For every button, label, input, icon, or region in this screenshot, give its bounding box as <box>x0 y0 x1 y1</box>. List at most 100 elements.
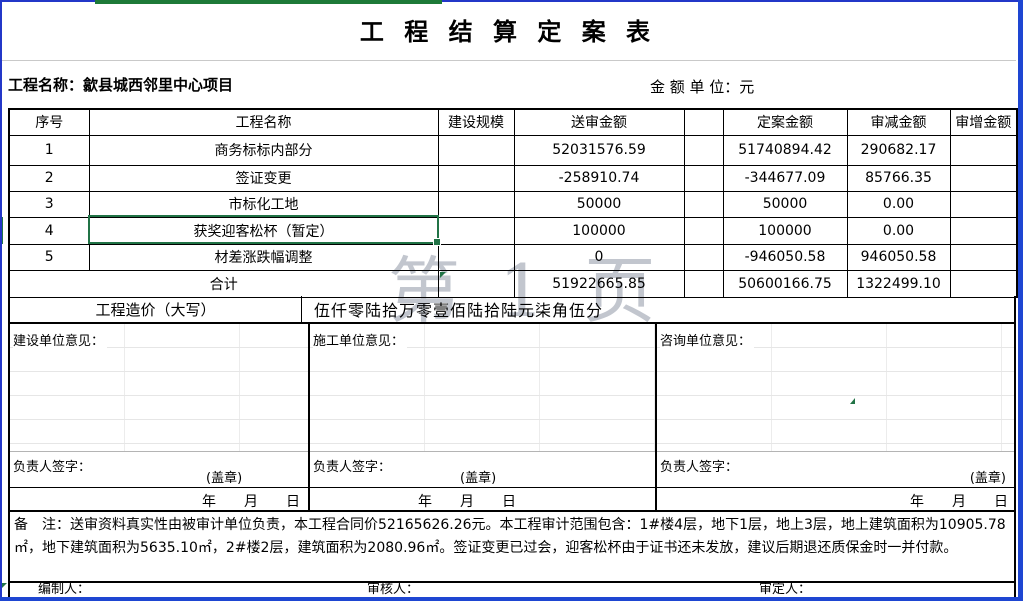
cell-reduced[interactable]: 0.00 <box>847 191 950 217</box>
cell-submitted[interactable]: 0 <box>514 244 684 270</box>
cell-reduced[interactable]: 946050.58 <box>847 244 950 270</box>
header-seq[interactable]: 序号 <box>9 109 89 135</box>
total-label-cell[interactable]: 合计 <box>9 270 438 297</box>
cost-in-words-row: 工程造价（大写） 伍仟零陆拾万零壹佰陆拾陆元柒角伍分 <box>8 296 1016 322</box>
sign-label: 负责人签字： <box>313 456 391 475</box>
cell-spacer[interactable] <box>684 217 723 244</box>
cost-in-words-value[interactable]: 伍仟零陆拾万零壹佰陆拾陆元柒角伍分 <box>302 296 1014 322</box>
contractor-date-row[interactable]: 年 月 日 <box>310 487 655 510</box>
cell-seq[interactable]: 2 <box>9 165 89 191</box>
date-label: 年 月 日 <box>202 491 300 511</box>
total-finalized-cell[interactable]: 50600166.75 <box>723 270 847 297</box>
seal-label: (盖章) <box>970 467 1006 486</box>
cell-finalized[interactable]: -344677.09 <box>723 165 847 191</box>
contractor-sign-row[interactable]: 负责人签字： (盖章) <box>310 451 655 487</box>
signature-footer-row[interactable]: 编制人： 审核人： 审定人： <box>8 583 1016 597</box>
cell-seq[interactable]: 5 <box>9 244 89 270</box>
cell-submitted[interactable]: -258910.74 <box>514 165 684 191</box>
preparer-label: 编制人： <box>38 583 90 597</box>
consultant-opinion-box[interactable]: 咨询单位意见： 负责人签字： (盖章) 年 月 日 <box>655 322 1016 512</box>
cell-spacer[interactable] <box>684 270 723 297</box>
header-increased[interactable]: 审增金额 <box>950 109 1017 135</box>
cell-spacer[interactable] <box>684 244 723 270</box>
total-scale-cell[interactable] <box>438 270 514 297</box>
contractor-opinion-area[interactable]: 施工单位意见： <box>310 324 655 451</box>
window-top-green-bar <box>95 0 442 4</box>
table-row: 3 市标化工地 50000 50000 0.00 <box>9 191 1017 217</box>
amount-unit-label: 金 额 单 位：元 <box>650 76 754 97</box>
cell-reduced[interactable]: 85766.35 <box>847 165 950 191</box>
cell-submitted[interactable]: 50000 <box>514 191 684 217</box>
remark-section[interactable]: 备 注：送审资料真实性由被审计单位负责，本工程合同价52165626.26元。本… <box>8 512 1016 583</box>
header-reduced[interactable]: 审减金额 <box>847 109 950 135</box>
error-indicator-icon <box>850 398 855 404</box>
table-row: 5 材差涨跌幅调整 0 -946050.58 946050.58 <box>9 244 1017 270</box>
sign-label: 负责人签字： <box>660 456 738 475</box>
cell-seq[interactable]: 4 <box>9 217 89 244</box>
consultant-sign-row[interactable]: 负责人签字： (盖章) <box>657 451 1014 487</box>
table-row: 2 签证变更 -258910.74 -344677.09 85766.35 <box>9 165 1017 191</box>
cell-reduced[interactable]: 290682.17 <box>847 135 950 165</box>
cell-project-name[interactable]: 市标化工地 <box>89 191 438 217</box>
table-row: 1 商务标标内部分 52031576.59 51740894.42 290682… <box>9 135 1017 165</box>
title-separator-line <box>0 60 1016 61</box>
cell-scale[interactable] <box>438 217 514 244</box>
date-label: 年 月 日 <box>418 491 516 511</box>
total-submitted-cell[interactable]: 51922665.85 <box>514 270 684 297</box>
cell-finalized[interactable]: 51740894.42 <box>723 135 847 165</box>
header-scale[interactable]: 建设规模 <box>438 109 514 135</box>
cell-spacer[interactable] <box>684 165 723 191</box>
total-increased-cell[interactable] <box>950 270 1017 297</box>
total-reduced-cell[interactable]: 1322499.10 <box>847 270 950 297</box>
consultant-opinion-area[interactable]: 咨询单位意见： <box>657 324 1014 451</box>
contractor-opinion-box[interactable]: 施工单位意见： 负责人签字： (盖章) 年 月 日 <box>308 322 655 512</box>
seal-label: (盖章) <box>460 467 496 486</box>
cell-spacer[interactable] <box>684 191 723 217</box>
window-top-border <box>0 0 95 2</box>
project-name-label: 工程名称：歙县城西邻里中心项目 <box>8 74 233 95</box>
fill-handle[interactable] <box>433 238 441 246</box>
cell-scale[interactable] <box>438 244 514 270</box>
date-label: 年 月 日 <box>910 491 1008 511</box>
cell-project-name[interactable]: 材差涨跌幅调整 <box>89 244 438 270</box>
header-finalized[interactable]: 定案金额 <box>723 109 847 135</box>
cell-scale[interactable] <box>438 135 514 165</box>
construction-opinion-box[interactable]: 建设单位意见： 负责人签字： (盖章) 年 月 日 <box>8 322 308 512</box>
cell-increased[interactable] <box>950 135 1017 165</box>
cell-finalized[interactable]: 50000 <box>723 191 847 217</box>
cell-scale[interactable] <box>438 191 514 217</box>
selected-cell-border[interactable] <box>88 215 439 244</box>
cell-submitted[interactable]: 100000 <box>514 217 684 244</box>
construction-opinion-label: 建设单位意见： <box>13 330 107 349</box>
cell-increased[interactable] <box>950 191 1017 217</box>
opinion-sections: 建设单位意见： 负责人签字： (盖章) 年 月 日 施工单位意见： 负责人签字：… <box>8 322 1016 512</box>
cell-seq[interactable]: 1 <box>9 135 89 165</box>
sign-label: 负责人签字： <box>13 456 91 475</box>
cost-in-words-label[interactable]: 工程造价（大写） <box>10 296 302 322</box>
cell-finalized[interactable]: 100000 <box>723 217 847 244</box>
cell-submitted[interactable]: 52031576.59 <box>514 135 684 165</box>
cell-increased[interactable] <box>950 165 1017 191</box>
header-project-name[interactable]: 工程名称 <box>89 109 438 135</box>
header-submitted[interactable]: 送审金额 <box>514 109 684 135</box>
header-spacer-col[interactable] <box>684 109 723 135</box>
consultant-opinion-label: 咨询单位意见： <box>660 330 754 349</box>
cell-reduced[interactable]: 0.00 <box>847 217 950 244</box>
window-bottom-border <box>0 597 1023 601</box>
cell-spacer[interactable] <box>684 135 723 165</box>
cell-project-name[interactable]: 签证变更 <box>89 165 438 191</box>
window-right-border[interactable] <box>1018 0 1023 601</box>
construction-sign-row[interactable]: 负责人签字： (盖章) <box>10 451 308 487</box>
cell-finalized[interactable]: -946050.58 <box>723 244 847 270</box>
cell-project-name[interactable]: 商务标标内部分 <box>89 135 438 165</box>
cell-seq[interactable]: 3 <box>9 191 89 217</box>
reviewer-label: 审核人： <box>367 583 419 597</box>
consultant-date-row[interactable]: 年 月 日 <box>657 487 1014 510</box>
cell-increased[interactable] <box>950 244 1017 270</box>
construction-date-row[interactable]: 年 月 日 <box>10 487 308 510</box>
cell-scale[interactable] <box>438 165 514 191</box>
seal-label: (盖章) <box>206 467 242 486</box>
construction-opinion-area[interactable]: 建设单位意见： <box>10 324 308 451</box>
table-header-row: 序号 工程名称 建设规模 送审金额 定案金额 审减金额 审增金额 <box>9 109 1017 135</box>
cell-increased[interactable] <box>950 217 1017 244</box>
